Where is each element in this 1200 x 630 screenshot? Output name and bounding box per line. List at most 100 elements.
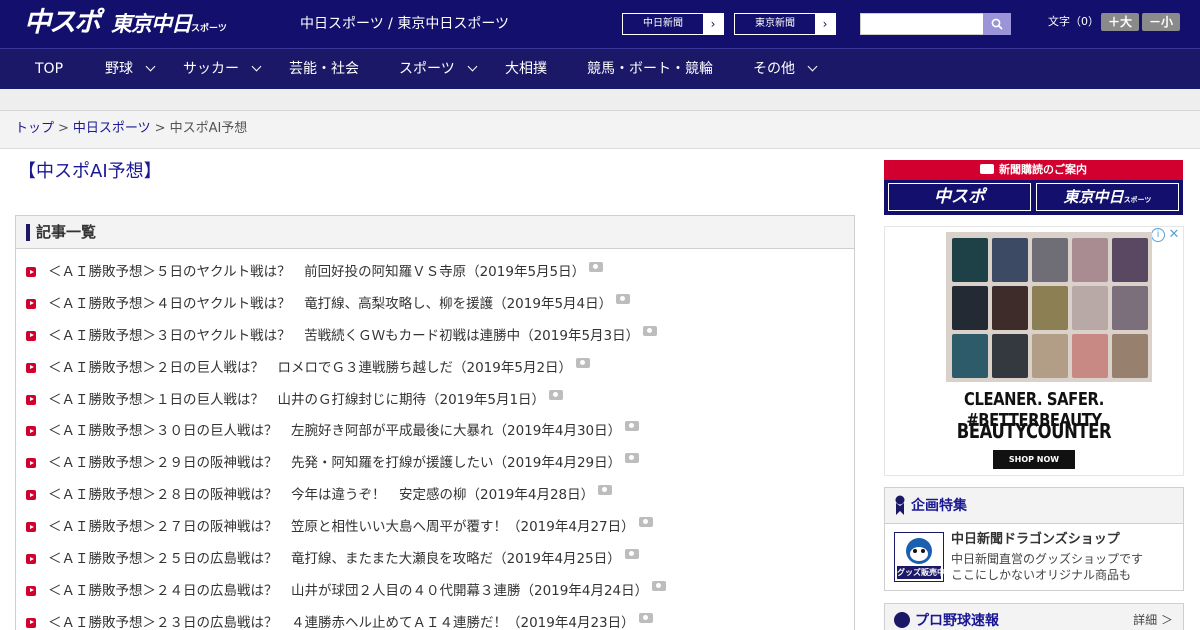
chevron-right-icon: › xyxy=(815,14,835,34)
article-link[interactable]: ＜ＡＩ勝敗予想＞２５日の広島戦は？ 竜打線、またまた大瀬良を攻略だ（2019年4… xyxy=(48,549,639,568)
list-item[interactable]: ＜ＡＩ勝敗予想＞２５日の広島戦は？ 竜打線、またまた大瀬良を攻略だ（2019年4… xyxy=(16,549,854,582)
nav-sports[interactable]: スポーツ xyxy=(399,49,478,89)
shop-description-line: 中日新聞直営のグッズショップです xyxy=(951,552,1144,566)
breadcrumb-top[interactable]: トップ xyxy=(15,121,54,136)
chuspo-logo[interactable]: 中スポ xyxy=(24,8,101,38)
tokyo-shimbun-button[interactable]: 東京新聞 › xyxy=(734,13,836,35)
advertisement[interactable]: i ✕ CLEANER. SAFER. #BETTERBEAUTY BEAUTY… xyxy=(884,226,1184,476)
article-title: ＜ＡＩ勝敗予想＞２７日の阪神戦は？ 笠原と相性いい大島へ周平が覆す！（2019年… xyxy=(48,519,635,536)
list-item[interactable]: ＜ＡＩ勝敗予想＞２９日の阪神戦は？ 先発・阿知羅を打線が援護したい（2019年4… xyxy=(16,453,854,486)
eyeshadow-pan xyxy=(952,334,988,378)
breadcrumb-chunichi-sports[interactable]: 中日スポーツ xyxy=(73,121,151,136)
nav-baseball[interactable]: 野球 xyxy=(105,49,156,89)
article-list-header: 記事一覧 xyxy=(16,216,854,249)
list-item[interactable]: ＜ＡＩ勝敗予想＞２８日の阪神戦は？ 今年は違うぞ！ 安定感の柳（2019年4月2… xyxy=(16,485,854,518)
article-link[interactable]: ＜ＡＩ勝敗予想＞２４日の広島戦は？ 山井が球団２人目の４０代開幕３連勝（2019… xyxy=(48,580,667,600)
search-input[interactable] xyxy=(860,13,984,35)
eyeshadow-pan xyxy=(992,286,1028,330)
play-icon xyxy=(26,362,36,373)
nav-other[interactable]: その他 xyxy=(753,49,818,89)
list-item[interactable]: ＜ＡＩ勝敗予想＞４日のヤクルト戦は？ 竜打線、高梨攻略し、柳を援護（2019年5… xyxy=(16,293,854,327)
chevron-right-icon: › xyxy=(703,14,723,34)
tokyo-logo-text: 東京中日 xyxy=(111,12,192,36)
dragons-shop-description: 中日新聞直営のグッズショップです ここにしかないオリジナル商品も xyxy=(951,551,1143,583)
article-title: ＜ＡＩ勝敗予想＞３０日の巨人戦は？ 左腕好き阿部が平成最後に大暴れ（2019年4… xyxy=(48,423,622,440)
special-feature-header: 企画特集 xyxy=(885,488,1183,524)
article-link[interactable]: ＜ＡＩ勝敗予想＞２７日の阪神戦は？ 笠原と相性いい大島へ周平が覆す！（2019年… xyxy=(48,517,653,536)
ad-info-icon[interactable]: i xyxy=(1151,228,1165,242)
eyeshadow-pan xyxy=(1032,238,1068,282)
camera-icon xyxy=(598,485,613,496)
chunichi-shimbun-button[interactable]: 中日新聞 › xyxy=(622,13,724,35)
nav-entertainment[interactable]: 芸能・社会 xyxy=(289,49,359,89)
play-icon xyxy=(26,298,36,309)
nav-label: 競馬・ボート・競輪 xyxy=(587,61,713,77)
heading-bar-decoration xyxy=(26,224,30,241)
article-link[interactable]: ＜ＡＩ勝敗予想＞４日のヤクルト戦は？ 竜打線、高梨攻略し、柳を援護（2019年5… xyxy=(48,293,631,313)
article-link[interactable]: ＜ＡＩ勝敗予想＞３日のヤクルト戦は？ 苦戦続くＧＷもカード初戦は連勝中（2019… xyxy=(48,325,658,345)
nav-label: 野球 xyxy=(105,61,133,77)
nav-sumo[interactable]: 大相撲 xyxy=(505,49,547,89)
list-item[interactable]: ＜ＡＩ勝敗予想＞３日のヤクルト戦は？ 苦戦続くＧＷもカード初戦は連勝中（2019… xyxy=(16,325,854,359)
article-link[interactable]: ＜ＡＩ勝敗予想＞５日のヤクルト戦は？ 前回好投の阿知羅ＶＳ寺原（2019年5月5… xyxy=(48,262,604,281)
search-button[interactable] xyxy=(983,13,1011,35)
details-link[interactable]: 詳細 ＞ xyxy=(1133,612,1173,628)
nav-soccer[interactable]: サッカー xyxy=(183,49,262,89)
nav-label: 大相撲 xyxy=(505,61,547,77)
list-item[interactable]: ＜ＡＩ勝敗予想＞５日のヤクルト戦は？ 前回好投の阿知羅ＶＳ寺原（2019年5月5… xyxy=(16,262,854,295)
list-item[interactable]: ＜ＡＩ勝敗予想＞２３日の広島戦は？ ４連勝赤ヘル止めてＡＩ４連勝だ！（2019年… xyxy=(16,612,854,630)
subscription-logos: 中スポ 東京中日スポーツ xyxy=(888,183,1179,211)
article-link[interactable]: ＜ＡＩ勝敗予想＞２日の巨人戦は？ ロメロでＧ３連戦勝ち越しだ（2019年5月2日… xyxy=(48,357,591,377)
list-item[interactable]: ＜ＡＩ勝敗予想＞１日の巨人戦は？ 山井のＧ打線封じに期待（2019年5月1日） xyxy=(16,389,854,423)
tokyo-chunichi-logo[interactable]: 東京中日スポーツ xyxy=(111,10,227,43)
dragons-shop-title[interactable]: 中日新聞ドラゴンズショップ xyxy=(951,531,1120,549)
article-list: ＜ＡＩ勝敗予想＞５日のヤクルト戦は？ 前回好投の阿知羅ＶＳ寺原（2019年5月5… xyxy=(16,262,854,630)
close-icon[interactable]: ✕ xyxy=(1167,228,1181,242)
article-link[interactable]: ＜ＡＩ勝敗予想＞２３日の広島戦は？ ４連勝赤ヘル止めてＡＩ４連勝だ！（2019年… xyxy=(48,612,653,630)
camera-icon xyxy=(589,262,604,272)
article-list-panel: 記事一覧 ＜ＡＩ勝敗予想＞５日のヤクルト戦は？ 前回好投の阿知羅ＶＳ寺原（201… xyxy=(15,215,855,630)
article-title: ＜ＡＩ勝敗予想＞５日のヤクルト戦は？ 前回好投の阿知羅ＶＳ寺原（2019年5月5… xyxy=(48,264,586,280)
article-title: ＜ＡＩ勝敗予想＞２９日の阪神戦は？ 先発・阿知羅を打線が援護したい（2019年4… xyxy=(48,455,622,472)
subscription-banner[interactable]: 新聞購読のご案内 中スポ 東京中日スポーツ xyxy=(884,160,1183,215)
shop-now-button[interactable]: SHOP NOW xyxy=(993,450,1075,469)
chevron-down-icon xyxy=(467,61,478,72)
eyeshadow-pan xyxy=(1072,334,1108,378)
article-link[interactable]: ＜ＡＩ勝敗予想＞１日の巨人戦は？ 山井のＧ打線封じに期待（2019年5月1日） xyxy=(48,389,564,409)
dragons-shop-icon[interactable]: グッズ販売中 xyxy=(894,532,945,582)
article-title: ＜ＡＩ勝敗予想＞４日のヤクルト戦は？ 竜打線、高梨攻略し、柳を援護（2019年5… xyxy=(48,295,613,312)
eyeshadow-pan xyxy=(1112,238,1148,282)
list-item[interactable]: ＜ＡＩ勝敗予想＞３０日の巨人戦は？ 左腕好き阿部が平成最後に大暴れ（2019年4… xyxy=(16,421,854,454)
font-larger-button[interactable]: ＋大 xyxy=(1101,13,1139,31)
chevron-down-icon xyxy=(145,61,156,72)
breadcrumb-separator: > xyxy=(154,121,166,136)
article-title: ＜ＡＩ勝敗予想＞２８日の阪神戦は？ 今年は違うぞ！ 安定感の柳（2019年4月2… xyxy=(48,487,595,504)
chuspo-subscribe-logo[interactable]: 中スポ xyxy=(888,183,1031,211)
camera-icon xyxy=(625,421,640,432)
subscription-heading-text: 新聞購読のご案内 xyxy=(999,163,1087,176)
nav-top[interactable]: TOP xyxy=(35,49,63,89)
font-smaller-button[interactable]: －小 xyxy=(1142,13,1180,31)
camera-icon xyxy=(616,293,631,304)
eyeshadow-pan xyxy=(1112,286,1148,330)
main-nav: TOP 野球 サッカー 芸能・社会 スポーツ 大相撲 競馬・ボート・競輪 その他 xyxy=(0,48,1200,89)
tokyo-chunichi-subscribe-logo[interactable]: 東京中日スポーツ xyxy=(1036,183,1179,211)
eyeshadow-pan xyxy=(952,238,988,282)
nav-racing[interactable]: 競馬・ボート・競輪 xyxy=(587,49,713,89)
list-item[interactable]: ＜ＡＩ勝敗予想＞２日の巨人戦は？ ロメロでＧ３連戦勝ち越しだ（2019年5月2日… xyxy=(16,357,854,391)
list-item[interactable]: ＜ＡＩ勝敗予想＞２４日の広島戦は？ 山井が球団２人目の４０代開幕３連勝（2019… xyxy=(16,580,854,614)
article-link[interactable]: ＜ＡＩ勝敗予想＞２９日の阪神戦は？ 先発・阿知羅を打線が援護したい（2019年4… xyxy=(48,453,640,472)
eyeshadow-pan xyxy=(1072,286,1108,330)
nav-label: その他 xyxy=(753,61,795,77)
article-title: ＜ＡＩ勝敗予想＞２４日の広島戦は？ 山井が球団２人目の４０代開幕３連勝（2019… xyxy=(48,582,649,599)
header-site-title[interactable]: 中日スポーツ / 東京中日スポーツ xyxy=(300,15,509,33)
article-link[interactable]: ＜ＡＩ勝敗予想＞３０日の巨人戦は？ 左腕好き阿部が平成最後に大暴れ（2019年4… xyxy=(48,421,640,440)
breadcrumb-current: 中スポAI予想 xyxy=(169,121,248,136)
list-item[interactable]: ＜ＡＩ勝敗予想＞２７日の阪神戦は？ 笠原と相性いい大島へ周平が覆す！（2019年… xyxy=(16,517,854,550)
article-title: ＜ＡＩ勝敗予想＞２５日の広島戦は？ 竜打線、またまた大瀬良を攻略だ（2019年4… xyxy=(48,551,621,568)
tokyo-shimbun-label: 東京新聞 xyxy=(755,18,795,29)
article-link[interactable]: ＜ＡＩ勝敗予想＞２８日の阪神戦は？ 今年は違うぞ！ 安定感の柳（2019年4月2… xyxy=(48,485,613,504)
page-title: 【中スポAI予想】 xyxy=(18,161,162,182)
breadcrumb-separator: > xyxy=(58,121,69,136)
article-title: ＜ＡＩ勝敗予想＞１日の巨人戦は？ 山井のＧ打線封じに期待（2019年5月1日） xyxy=(48,391,546,408)
